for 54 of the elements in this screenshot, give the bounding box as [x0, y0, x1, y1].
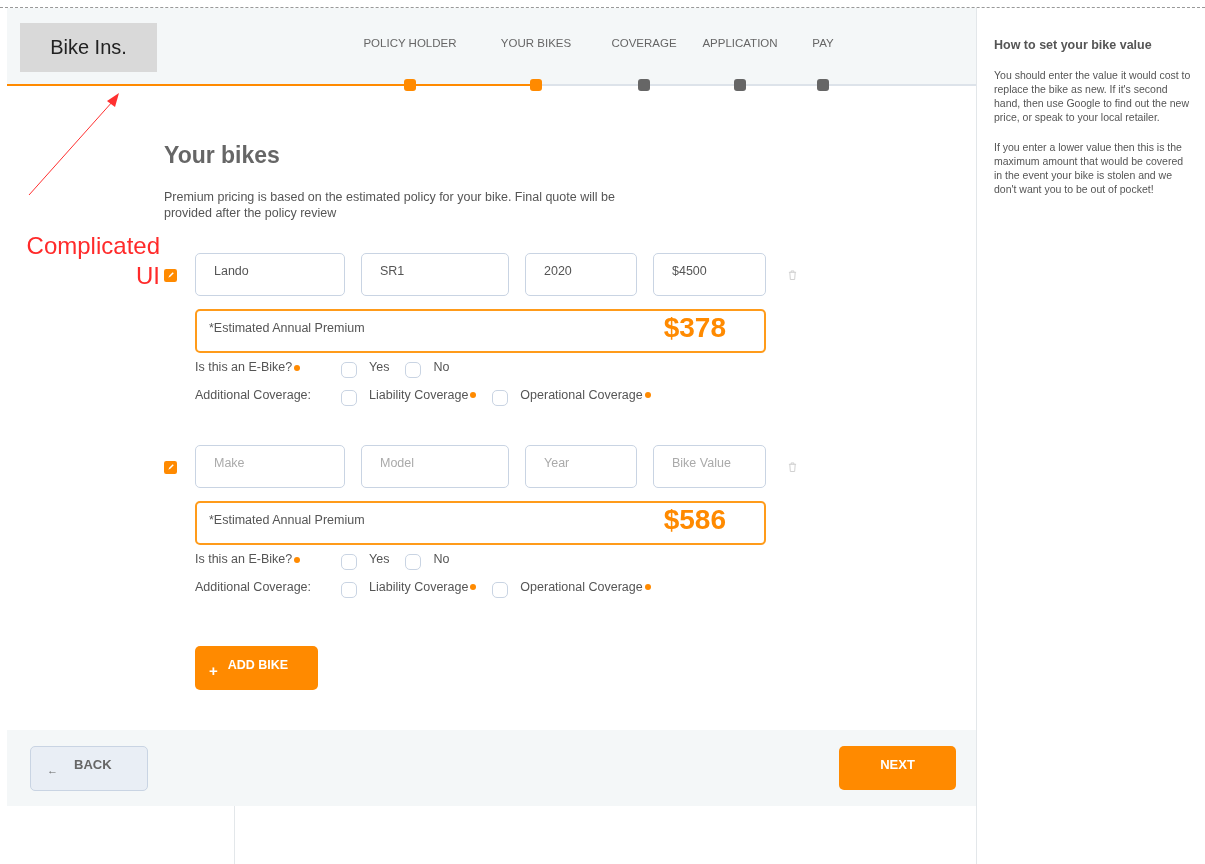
arrow-left-icon: ← — [47, 764, 58, 776]
question-label: Is this an E-Bike? — [195, 552, 341, 566]
checkbox-label: No — [433, 360, 450, 374]
premium-label: *Estimated Annual Premium — [209, 513, 365, 527]
page-heading: Your bikes — [164, 142, 281, 169]
step-label[interactable]: APPLICATION — [702, 37, 778, 51]
question-label: Additional Coverage: — [195, 580, 313, 594]
input-field[interactable]: Lando — [195, 253, 345, 296]
info-dot-icon — [294, 556, 301, 563]
step-label[interactable]: POLICY HOLDER — [363, 37, 457, 51]
premium-amount: $378 — [663, 312, 726, 344]
logo: Bike Ins. — [20, 23, 157, 72]
help-text: You should enter the value it would cost to replace the bike as new. If it's second hand, then use Google to find out the new price, or speak to your local retailer. — [994, 68, 1192, 124]
trash-icon[interactable] — [788, 268, 797, 281]
edit-icon[interactable] — [164, 461, 177, 474]
info-dot-icon — [294, 364, 301, 371]
checkbox-label: Liability Coverage — [369, 580, 469, 594]
checkbox[interactable] — [492, 582, 509, 598]
checkbox[interactable] — [405, 362, 422, 378]
input-field[interactable]: Make — [195, 445, 345, 488]
step-label[interactable]: YOUR BIKES — [500, 37, 572, 51]
checkbox[interactable] — [492, 390, 509, 406]
checkbox-label: Liability Coverage — [369, 388, 469, 402]
edit-icon[interactable] — [164, 269, 177, 282]
question-label: Is this an E-Bike? — [195, 360, 341, 374]
annotation-text: UI — [136, 261, 160, 291]
step-label[interactable]: PAY — [812, 37, 834, 51]
checkbox[interactable] — [341, 582, 357, 598]
intro-text: Premium pricing is based on the estimated policy for your bike. Final quote will be provided after the policy review — [164, 189, 616, 221]
annotation-text: Complicated — [26, 231, 160, 261]
checkbox[interactable] — [341, 390, 357, 406]
checkbox-label: No — [433, 552, 450, 566]
input-field[interactable]: Year — [525, 445, 637, 488]
input-field[interactable]: Bike Value — [653, 445, 766, 488]
checkbox[interactable] — [341, 362, 357, 378]
input-field[interactable]: 2020 — [525, 253, 637, 296]
checkbox-label: Operational Coverage — [520, 580, 643, 594]
back-button[interactable]: ← BACK — [30, 745, 148, 791]
checkbox-label: Operational Coverage — [520, 388, 643, 402]
input-field[interactable]: $4500 — [653, 253, 766, 296]
help-title: How to set your bike value — [994, 38, 1153, 52]
checkbox[interactable] — [341, 554, 357, 570]
input-field[interactable]: Model — [361, 445, 509, 488]
question-label: Additional Coverage: — [195, 388, 313, 402]
step-label[interactable]: COVERAGE — [611, 37, 677, 51]
premium-amount: $586 — [663, 504, 726, 536]
checkbox-label: Yes — [369, 360, 390, 374]
input-field[interactable]: SR1 — [361, 253, 509, 296]
checkbox-label: Yes — [369, 552, 390, 566]
checkbox[interactable] — [405, 554, 422, 570]
premium-label: *Estimated Annual Premium — [209, 321, 365, 335]
help-text: If you enter a lower value then this is the maximum amount that would be covered in the event your bike is stolen and we don't want you to be out of pocket! — [994, 140, 1185, 196]
plus-icon: + — [209, 661, 218, 679]
trash-icon[interactable] — [788, 460, 797, 473]
